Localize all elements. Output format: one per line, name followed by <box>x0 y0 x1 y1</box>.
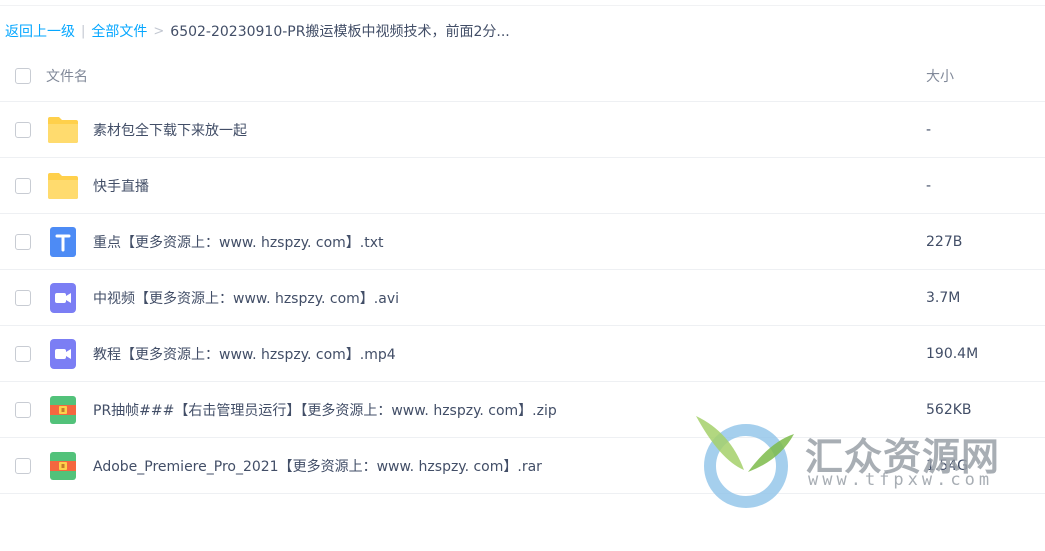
file-name[interactable]: PR抽帧###【右击管理员运行】【更多资源上：www. hzspzy. com】… <box>93 400 557 420</box>
text-file-icon <box>46 225 80 259</box>
current-folder-title: 6502-20230910-PR搬运模板中视频技术，前面2分... <box>170 24 510 40</box>
file-size: 1.54G <box>926 457 969 474</box>
row-checkbox[interactable] <box>15 177 31 194</box>
back-link[interactable]: 返回上一级 <box>5 21 75 41</box>
table-row[interactable]: 快手直播 - <box>0 158 1045 214</box>
folder-icon <box>46 169 80 203</box>
archive-file-icon <box>46 393 80 427</box>
file-size: 227B <box>926 233 963 250</box>
table-row[interactable]: PR抽帧###【右击管理员运行】【更多资源上：www. hzspzy. com】… <box>0 382 1045 438</box>
file-name[interactable]: 重点【更多资源上：www. hzspzy. com】.txt <box>93 232 384 252</box>
file-name[interactable]: 教程【更多资源上：www. hzspzy. com】.mp4 <box>93 344 396 364</box>
video-file-icon <box>46 337 80 371</box>
video-file-icon <box>46 281 80 315</box>
file-name[interactable]: 中视频【更多资源上：www. hzspzy. com】.avi <box>93 288 399 308</box>
row-checkbox[interactable] <box>15 457 31 474</box>
all-files-link[interactable]: 全部文件 <box>91 21 147 41</box>
breadcrumb-separator: > <box>153 23 165 39</box>
folder-icon <box>46 113 80 147</box>
top-divider <box>0 5 1045 6</box>
row-checkbox[interactable] <box>15 345 31 362</box>
file-size: 190.4M <box>926 345 979 362</box>
select-all-checkbox[interactable] <box>15 67 31 84</box>
file-size: - <box>926 177 932 194</box>
table-row[interactable]: Adobe_Premiere_Pro_2021【更多资源上：www. hzspz… <box>0 438 1045 494</box>
row-checkbox[interactable] <box>15 289 31 306</box>
row-checkbox[interactable] <box>15 121 31 138</box>
file-size: - <box>926 121 932 138</box>
file-name[interactable]: 快手直播 <box>93 176 149 196</box>
file-table: 文件名 大小 素材包全下载下来放一起 - 快手直播 - 重点【更多资源上：www… <box>0 50 1045 494</box>
row-checkbox[interactable] <box>15 233 31 250</box>
column-header-name[interactable]: 文件名 <box>46 66 1045 86</box>
table-row[interactable]: 重点【更多资源上：www. hzspzy. com】.txt 227B <box>0 214 1045 270</box>
archive-file-icon <box>46 449 80 483</box>
breadcrumb: 返回上一级 | 全部文件 > 6502-20230910-PR搬运模板中视频技术… <box>5 20 510 42</box>
breadcrumb-separator: | <box>81 23 86 39</box>
column-header-size[interactable]: 大小 <box>926 66 954 86</box>
table-row[interactable]: 中视频【更多资源上：www. hzspzy. com】.avi 3.7M <box>0 270 1045 326</box>
file-size: 3.7M <box>926 289 961 306</box>
table-header: 文件名 大小 <box>0 50 1045 102</box>
file-size: 562KB <box>926 401 972 418</box>
file-name[interactable]: 素材包全下载下来放一起 <box>93 120 247 140</box>
table-row[interactable]: 素材包全下载下来放一起 - <box>0 102 1045 158</box>
table-row[interactable]: 教程【更多资源上：www. hzspzy. com】.mp4 190.4M <box>0 326 1045 382</box>
row-checkbox[interactable] <box>15 401 31 418</box>
file-name[interactable]: Adobe_Premiere_Pro_2021【更多资源上：www. hzspz… <box>93 456 542 476</box>
